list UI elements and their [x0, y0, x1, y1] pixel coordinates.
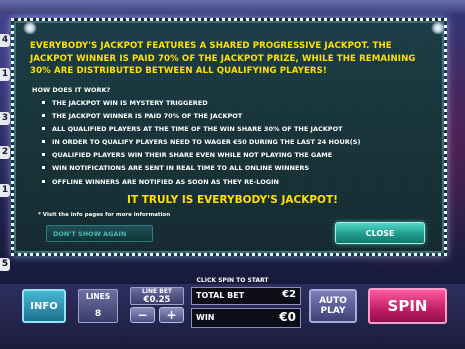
spin-hint: Click spin to start: [196, 277, 269, 284]
bet-increase-button[interactable]: +: [159, 307, 184, 323]
spin-button[interactable]: SPIN: [368, 288, 447, 324]
dont-show-again-button[interactable]: Don't show again: [46, 225, 153, 242]
total-bet-meter: Total bet €2: [191, 287, 301, 305]
list-item: Win notifications are sent in real time …: [42, 163, 360, 176]
bet-decrease-button[interactable]: −: [130, 307, 155, 323]
payline-marker-3: 3: [0, 112, 10, 125]
win-label: Win: [196, 313, 215, 322]
jackpot-headline: Everybody's jackpot features a shared pr…: [30, 41, 416, 76]
total-bet-value: €2: [282, 289, 296, 300]
total-bet-label: Total bet: [196, 291, 245, 300]
lines-label: LINES: [85, 292, 111, 301]
close-button[interactable]: Close: [335, 222, 425, 244]
payline-marker-4: 2: [0, 146, 10, 159]
line-bet-label: LINE BET: [141, 288, 173, 295]
autoplay-label-line1: AUTO: [319, 296, 347, 306]
how-it-works-heading: How does it work?: [32, 86, 111, 94]
list-item: The jackpot win is mystery triggered: [42, 98, 360, 111]
jackpot-rules-list: The jackpot win is mystery triggered The…: [42, 98, 360, 190]
win-value: €0: [279, 310, 296, 324]
list-item: All qualified players at the time of the…: [42, 124, 360, 137]
line-bet-value: €0.25: [143, 295, 171, 305]
autoplay-label-line2: PLAY: [320, 306, 346, 316]
spotlight-left-icon: [22, 22, 38, 34]
payline-marker-2: 1: [0, 68, 10, 81]
payline-marker-6: 5: [0, 258, 10, 271]
reel-area-top: [0, 0, 465, 14]
payline-marker-1: 4: [0, 34, 10, 47]
list-item: Qualified players win their share even w…: [42, 150, 360, 163]
win-meter: Win €0: [191, 308, 301, 328]
list-item: In order to qualify players need to wage…: [42, 137, 360, 150]
jackpot-tagline: It truly is everybody's jackpot!: [127, 194, 338, 206]
info-button[interactable]: INFO: [22, 289, 66, 323]
autoplay-button[interactable]: AUTO PLAY: [309, 289, 357, 323]
lines-selector[interactable]: LINES 8: [78, 289, 118, 323]
lines-value: 8: [94, 309, 102, 319]
line-bet-display: LINE BET €0.25: [130, 287, 184, 305]
info-note: * Visit the info pages for more informat…: [38, 212, 171, 218]
list-item: Offline winners are notified as soon as …: [42, 177, 360, 190]
spotlight-right-icon: [430, 22, 446, 34]
list-item: The jackpot winner is paid 70% of the ja…: [42, 111, 360, 124]
